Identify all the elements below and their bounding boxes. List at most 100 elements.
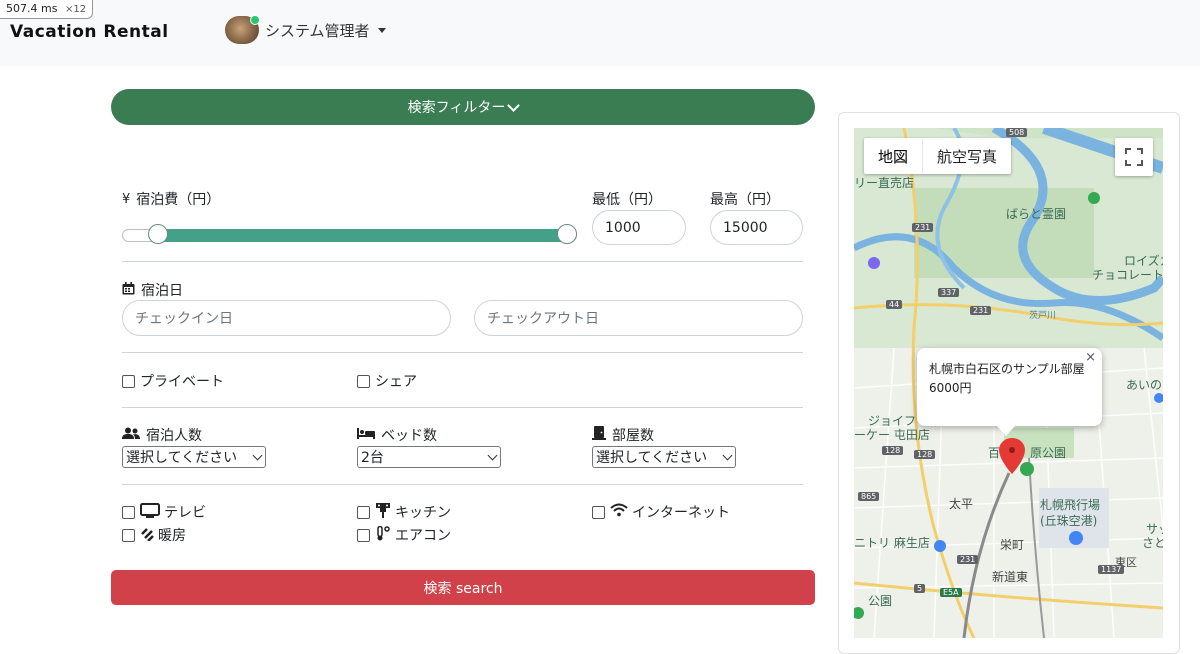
road-shield: 231 <box>970 306 992 315</box>
checkout-date-input[interactable]: チェックアウト日 <box>474 300 803 336</box>
tv-checkbox[interactable]: テレビ <box>122 502 206 522</box>
kitchen-label: キッチン <box>395 505 451 521</box>
internet-checkbox[interactable]: インターネット <box>592 502 730 522</box>
checkbox-box[interactable] <box>357 528 370 542</box>
chevron-down-icon <box>252 450 263 460</box>
yen-icon: ¥ <box>122 191 131 207</box>
guests-select-value: 選択してください <box>126 450 238 466</box>
checkbox-box[interactable] <box>122 528 135 542</box>
rooms-label: 部屋数 <box>612 428 654 444</box>
map-label: 栄町 <box>1000 538 1025 552</box>
road-shield: 1137 <box>1098 565 1125 574</box>
price-label-row: ¥ 宿泊費（円） <box>122 189 220 209</box>
price-min-handle[interactable] <box>148 224 169 244</box>
info-title: 札幌市白石区のサンプル部屋 <box>929 362 1085 376</box>
search-button[interactable]: 検索 search <box>111 570 815 605</box>
road-shield: 337 <box>938 288 960 297</box>
checkbox-box[interactable] <box>357 505 370 519</box>
rooms-select[interactable]: 選択してください <box>592 446 736 468</box>
beds-select[interactable]: 2台 <box>357 446 501 468</box>
map-label: あいの <box>1126 378 1163 392</box>
map-type-control: 地図 航空写真 <box>864 138 1012 174</box>
road-shield: E5A <box>940 588 962 597</box>
user-menu[interactable]: システム管理者 <box>225 15 386 45</box>
avatar <box>225 15 260 44</box>
max-price-input[interactable]: 15000 <box>710 210 803 245</box>
dates-label-row: 宿泊日 <box>122 280 183 300</box>
aircon-label: エアコン <box>395 528 451 544</box>
map-label: ニトリ 麻生店 <box>854 536 930 550</box>
road-shield: 508 <box>1006 128 1028 137</box>
brand-logo[interactable]: Vacation Rental <box>10 22 169 42</box>
online-status-dot <box>250 15 260 25</box>
wifi-icon <box>610 503 628 521</box>
chevron-down-icon <box>487 450 498 460</box>
caret-down-icon <box>377 27 386 33</box>
heating-icon <box>140 526 154 545</box>
private-label: プライベート <box>140 374 224 390</box>
road-shield: 44 <box>886 300 903 309</box>
map-label: 公園 <box>868 594 893 608</box>
map-label: 太平 <box>949 497 974 511</box>
aircon-checkbox[interactable]: エアコン <box>357 525 451 545</box>
fullscreen-icon <box>1125 148 1143 166</box>
user-name: システム管理者 <box>265 21 370 40</box>
min-price-label: 最低（円） <box>592 192 662 208</box>
private-checkbox[interactable]: プライベート <box>122 371 224 391</box>
divider <box>122 484 803 485</box>
search-filter-toggle[interactable]: 検索フィルター <box>111 89 815 125</box>
checkbox-box[interactable] <box>592 505 605 519</box>
checkbox-box[interactable] <box>122 505 135 519</box>
satellite-button[interactable]: 航空写真 <box>923 138 1011 174</box>
map-label: リー直売店 <box>854 176 915 190</box>
close-icon[interactable]: × <box>1085 348 1096 367</box>
tv-icon <box>140 502 160 522</box>
kitchen-icon <box>375 502 391 522</box>
road-shield: 128 <box>882 446 904 455</box>
map-label: 原公園 <box>1030 446 1067 460</box>
chevron-down-icon <box>507 98 521 112</box>
checkbox-box[interactable] <box>357 374 370 388</box>
beds-select-value: 2台 <box>361 450 384 466</box>
tv-label: テレビ <box>164 505 206 521</box>
checkin-date-input[interactable]: チェックイン日 <box>122 300 451 336</box>
divider <box>122 261 803 262</box>
beds-label: ベッド数 <box>381 428 437 444</box>
divider <box>122 407 803 408</box>
road-shield: 5 <box>914 584 926 593</box>
min-price-input[interactable]: 1000 <box>592 210 686 245</box>
road-shield: 231 <box>912 223 934 232</box>
thermometer-icon <box>375 525 391 545</box>
map[interactable]: リー直売店 ばらと霊園 ロイズカ チョコレート 茨戸川 あいの ジョイフ ーケー… <box>854 128 1163 638</box>
dates-label: 宿泊日 <box>141 283 183 299</box>
heating-checkbox[interactable]: 暖房 <box>122 525 186 545</box>
divider <box>122 352 803 353</box>
internet-label: インターネット <box>632 505 730 521</box>
fullscreen-button[interactable] <box>1115 138 1153 176</box>
share-checkbox[interactable]: シェア <box>357 371 417 391</box>
price-max-handle[interactable] <box>557 224 577 244</box>
guests-select[interactable]: 選択してください <box>122 446 266 468</box>
devtools-timing-badge: 507.4 ms ×12 <box>0 0 94 19</box>
timing-multiplier: ×12 <box>64 4 87 15</box>
checkbox-box[interactable] <box>122 374 135 388</box>
price-range-fill <box>158 229 567 242</box>
rooms-label-row: 部屋数 <box>592 425 654 445</box>
door-icon <box>592 426 606 444</box>
kitchen-checkbox[interactable]: キッチン <box>357 502 451 522</box>
road-shield: 231 <box>957 555 979 564</box>
bed-icon <box>357 427 375 444</box>
search-filter-toggle-label: 検索フィルター <box>407 100 506 116</box>
chevron-down-icon <box>722 450 733 460</box>
map-button[interactable]: 地図 <box>864 138 922 174</box>
road-shield: 128 <box>914 450 936 459</box>
rooms-select-value: 選択してください <box>596 450 708 466</box>
share-label: シェア <box>375 374 417 390</box>
heating-label: 暖房 <box>158 528 186 544</box>
timing-value: 507.4 <box>6 2 38 15</box>
price-label: 宿泊費（円） <box>136 192 221 208</box>
max-price-label: 最高（円） <box>710 192 780 208</box>
map-label: ーケー 屯田店 <box>854 428 930 442</box>
map-label: 札幌飛行場 <box>1040 498 1101 512</box>
map-label: チョコレート <box>1092 268 1163 282</box>
